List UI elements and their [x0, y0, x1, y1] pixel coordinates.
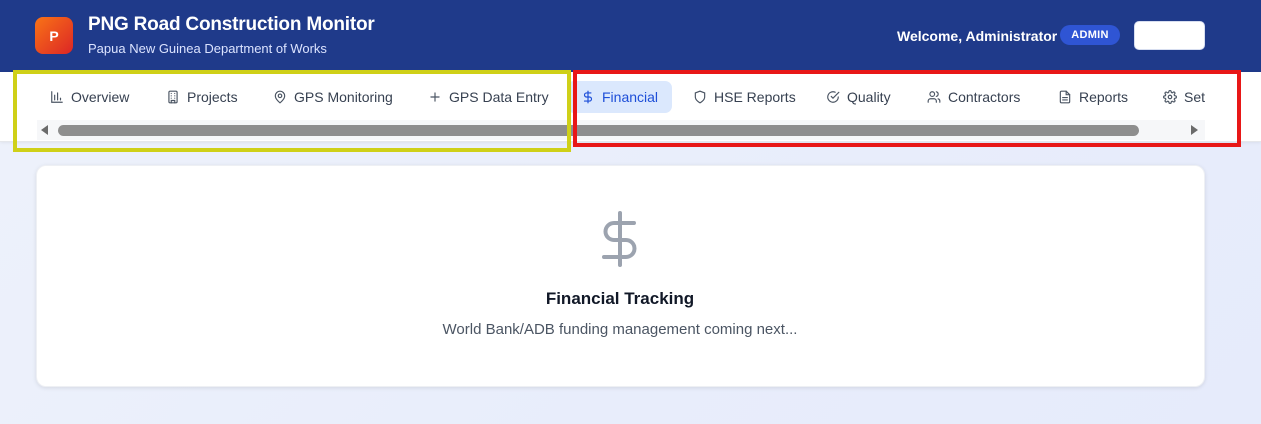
app-header: P PNG Road Construction Monitor Papua Ne… [0, 0, 1261, 72]
highlight-box-yellow [13, 70, 571, 152]
financial-placeholder-card [36, 165, 1205, 387]
app-title: PNG Road Construction Monitor [88, 14, 375, 35]
card-description: World Bank/ADB funding management coming… [442, 321, 798, 338]
logo-letter: P [49, 27, 59, 44]
dollar-icon [602, 211, 637, 267]
app-subtitle: Papua New Guinea Department of Works [88, 41, 327, 56]
role-badge: ADMIN [1060, 25, 1120, 45]
logout-button[interactable] [1134, 21, 1205, 50]
highlight-box-red [573, 70, 1241, 147]
welcome-text: Welcome, Administrator [897, 28, 1058, 44]
card-title: Financial Tracking [545, 289, 695, 308]
app-logo: P [35, 17, 73, 54]
